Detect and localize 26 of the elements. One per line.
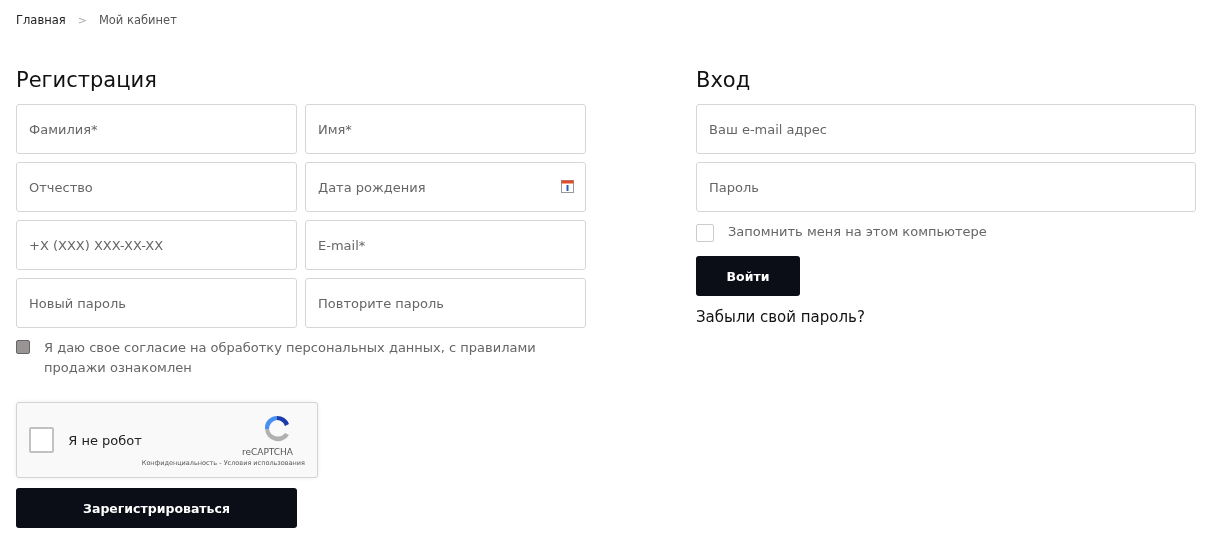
input-field[interactable]: Пароль <box>696 162 1196 212</box>
captcha-checkbox[interactable] <box>29 427 55 453</box>
consent-checkbox[interactable] <box>16 340 30 354</box>
input-field[interactable]: Имя* <box>305 104 586 154</box>
breadcrumb-separator: > <box>77 13 87 27</box>
login-title: Вход <box>696 67 752 94</box>
remember-label: Запомнить меня на этом компьютере <box>728 223 987 241</box>
remember-checkbox[interactable] <box>696 224 714 242</box>
captcha-label: Я не робот <box>68 432 142 448</box>
input-field[interactable]: Отчество <box>16 162 297 212</box>
register-button[interactable]: Зарегистрироваться <box>16 488 297 528</box>
input-field[interactable]: Новый пароль <box>16 278 297 328</box>
recaptcha-brand: reCAPTCHA <box>241 447 293 457</box>
input-field[interactable]: Повторите пароль <box>305 278 586 328</box>
breadcrumb-link[interactable]: Главная <box>16 13 66 27</box>
input-field[interactable]: E-mail* <box>305 220 586 270</box>
input-field[interactable]: +X (XXX) XXX-XX-XX <box>16 220 297 270</box>
input-field[interactable]: Фамилия* <box>16 104 297 154</box>
registration-title: Регистрация <box>16 67 158 94</box>
login-button[interactable]: Войти <box>696 256 800 296</box>
forgot-password-link[interactable]: Забыли свой пароль? <box>696 308 1196 326</box>
consent-label: Я даю свое согласие на обработку персональных данных, с правилами продажи ознакомлен <box>44 339 537 377</box>
breadcrumb-link[interactable]: Мой кабинет <box>98 13 177 27</box>
calendar-icon[interactable] <box>561 180 574 193</box>
input-field[interactable]: Ваш e-mail адрес <box>696 104 1196 154</box>
date-field[interactable]: Дата рождения <box>305 162 586 212</box>
